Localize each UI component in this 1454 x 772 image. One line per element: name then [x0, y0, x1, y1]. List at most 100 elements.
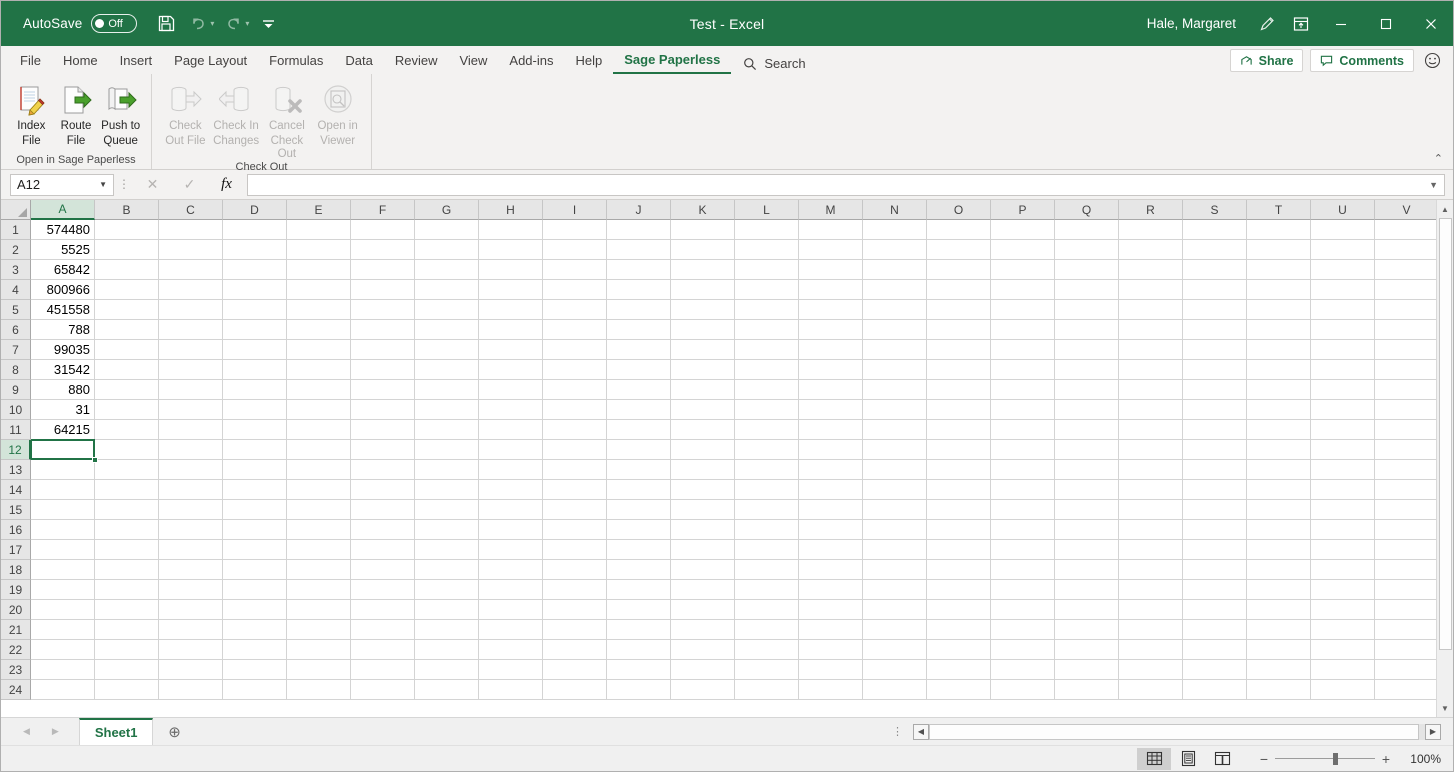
cell-G15[interactable] — [415, 500, 479, 520]
cell-V5[interactable] — [1375, 300, 1436, 320]
cell-M20[interactable] — [799, 600, 863, 620]
cell-B15[interactable] — [95, 500, 159, 520]
cell-S23[interactable] — [1183, 660, 1247, 680]
cell-E4[interactable] — [287, 280, 351, 300]
cell-U11[interactable] — [1311, 420, 1375, 440]
cell-C11[interactable] — [159, 420, 223, 440]
route-file-button[interactable]: Route File — [54, 78, 99, 148]
insert-function-icon[interactable]: fx — [208, 174, 245, 196]
cell-N1[interactable] — [863, 220, 927, 240]
cell-I19[interactable] — [543, 580, 607, 600]
cell-R19[interactable] — [1119, 580, 1183, 600]
cell-P15[interactable] — [991, 500, 1055, 520]
cell-D2[interactable] — [223, 240, 287, 260]
cell-H8[interactable] — [479, 360, 543, 380]
column-header-e[interactable]: E — [287, 200, 351, 220]
cell-G8[interactable] — [415, 360, 479, 380]
cell-U7[interactable] — [1311, 340, 1375, 360]
cell-J15[interactable] — [607, 500, 671, 520]
cell-B19[interactable] — [95, 580, 159, 600]
cell-O2[interactable] — [927, 240, 991, 260]
cell-T16[interactable] — [1247, 520, 1311, 540]
cell-L11[interactable] — [735, 420, 799, 440]
cell-S24[interactable] — [1183, 680, 1247, 700]
cell-G12[interactable] — [415, 440, 479, 460]
cell-T4[interactable] — [1247, 280, 1311, 300]
maximize-button[interactable] — [1363, 1, 1408, 46]
cell-U10[interactable] — [1311, 400, 1375, 420]
save-icon[interactable] — [151, 10, 181, 38]
cell-R17[interactable] — [1119, 540, 1183, 560]
cell-S1[interactable] — [1183, 220, 1247, 240]
cell-C21[interactable] — [159, 620, 223, 640]
cell-P13[interactable] — [991, 460, 1055, 480]
cell-J17[interactable] — [607, 540, 671, 560]
cell-E11[interactable] — [287, 420, 351, 440]
cell-Q17[interactable] — [1055, 540, 1119, 560]
cell-H15[interactable] — [479, 500, 543, 520]
cell-M6[interactable] — [799, 320, 863, 340]
autosave-switch[interactable]: Off — [91, 14, 138, 33]
cell-U15[interactable] — [1311, 500, 1375, 520]
column-header-g[interactable]: G — [415, 200, 479, 220]
customize-quick-access-toolbar-icon[interactable] — [253, 10, 283, 38]
cell-E14[interactable] — [287, 480, 351, 500]
cell-M18[interactable] — [799, 560, 863, 580]
cell-A20[interactable] — [31, 600, 95, 620]
cell-H16[interactable] — [479, 520, 543, 540]
cell-G24[interactable] — [415, 680, 479, 700]
cell-G10[interactable] — [415, 400, 479, 420]
cell-S11[interactable] — [1183, 420, 1247, 440]
cell-L12[interactable] — [735, 440, 799, 460]
cell-R7[interactable] — [1119, 340, 1183, 360]
cell-E7[interactable] — [287, 340, 351, 360]
cell-H14[interactable] — [479, 480, 543, 500]
row-header-21[interactable]: 21 — [1, 620, 31, 640]
vertical-scrollbar[interactable]: ▲ ▼ — [1436, 200, 1453, 717]
cell-T21[interactable] — [1247, 620, 1311, 640]
row-header-4[interactable]: 4 — [1, 280, 31, 300]
cell-V21[interactable] — [1375, 620, 1436, 640]
cell-R18[interactable] — [1119, 560, 1183, 580]
horizontal-scrollbar[interactable]: ◀ ▶ — [913, 723, 1441, 740]
cell-U17[interactable] — [1311, 540, 1375, 560]
cell-I15[interactable] — [543, 500, 607, 520]
cell-D14[interactable] — [223, 480, 287, 500]
cell-K3[interactable] — [671, 260, 735, 280]
cell-B12[interactable] — [95, 440, 159, 460]
cell-B7[interactable] — [95, 340, 159, 360]
cell-F16[interactable] — [351, 520, 415, 540]
cell-M23[interactable] — [799, 660, 863, 680]
cell-K16[interactable] — [671, 520, 735, 540]
cell-I14[interactable] — [543, 480, 607, 500]
cell-G16[interactable] — [415, 520, 479, 540]
cell-J12[interactable] — [607, 440, 671, 460]
cell-N8[interactable] — [863, 360, 927, 380]
cell-P2[interactable] — [991, 240, 1055, 260]
cell-V13[interactable] — [1375, 460, 1436, 480]
cell-L14[interactable] — [735, 480, 799, 500]
cell-F6[interactable] — [351, 320, 415, 340]
cell-A13[interactable] — [31, 460, 95, 480]
row-header-11[interactable]: 11 — [1, 420, 31, 440]
row-header-23[interactable]: 23 — [1, 660, 31, 680]
cell-C2[interactable] — [159, 240, 223, 260]
cell-N20[interactable] — [863, 600, 927, 620]
cell-K1[interactable] — [671, 220, 735, 240]
cell-O11[interactable] — [927, 420, 991, 440]
cell-E17[interactable] — [287, 540, 351, 560]
cell-K9[interactable] — [671, 380, 735, 400]
cell-R5[interactable] — [1119, 300, 1183, 320]
cell-P11[interactable] — [991, 420, 1055, 440]
cell-F11[interactable] — [351, 420, 415, 440]
cell-T20[interactable] — [1247, 600, 1311, 620]
cell-E15[interactable] — [287, 500, 351, 520]
cell-K22[interactable] — [671, 640, 735, 660]
cell-D8[interactable] — [223, 360, 287, 380]
cell-S7[interactable] — [1183, 340, 1247, 360]
cell-C12[interactable] — [159, 440, 223, 460]
cell-Q22[interactable] — [1055, 640, 1119, 660]
cell-O14[interactable] — [927, 480, 991, 500]
zoom-control[interactable]: − + 100% — [1253, 751, 1441, 767]
cell-O17[interactable] — [927, 540, 991, 560]
